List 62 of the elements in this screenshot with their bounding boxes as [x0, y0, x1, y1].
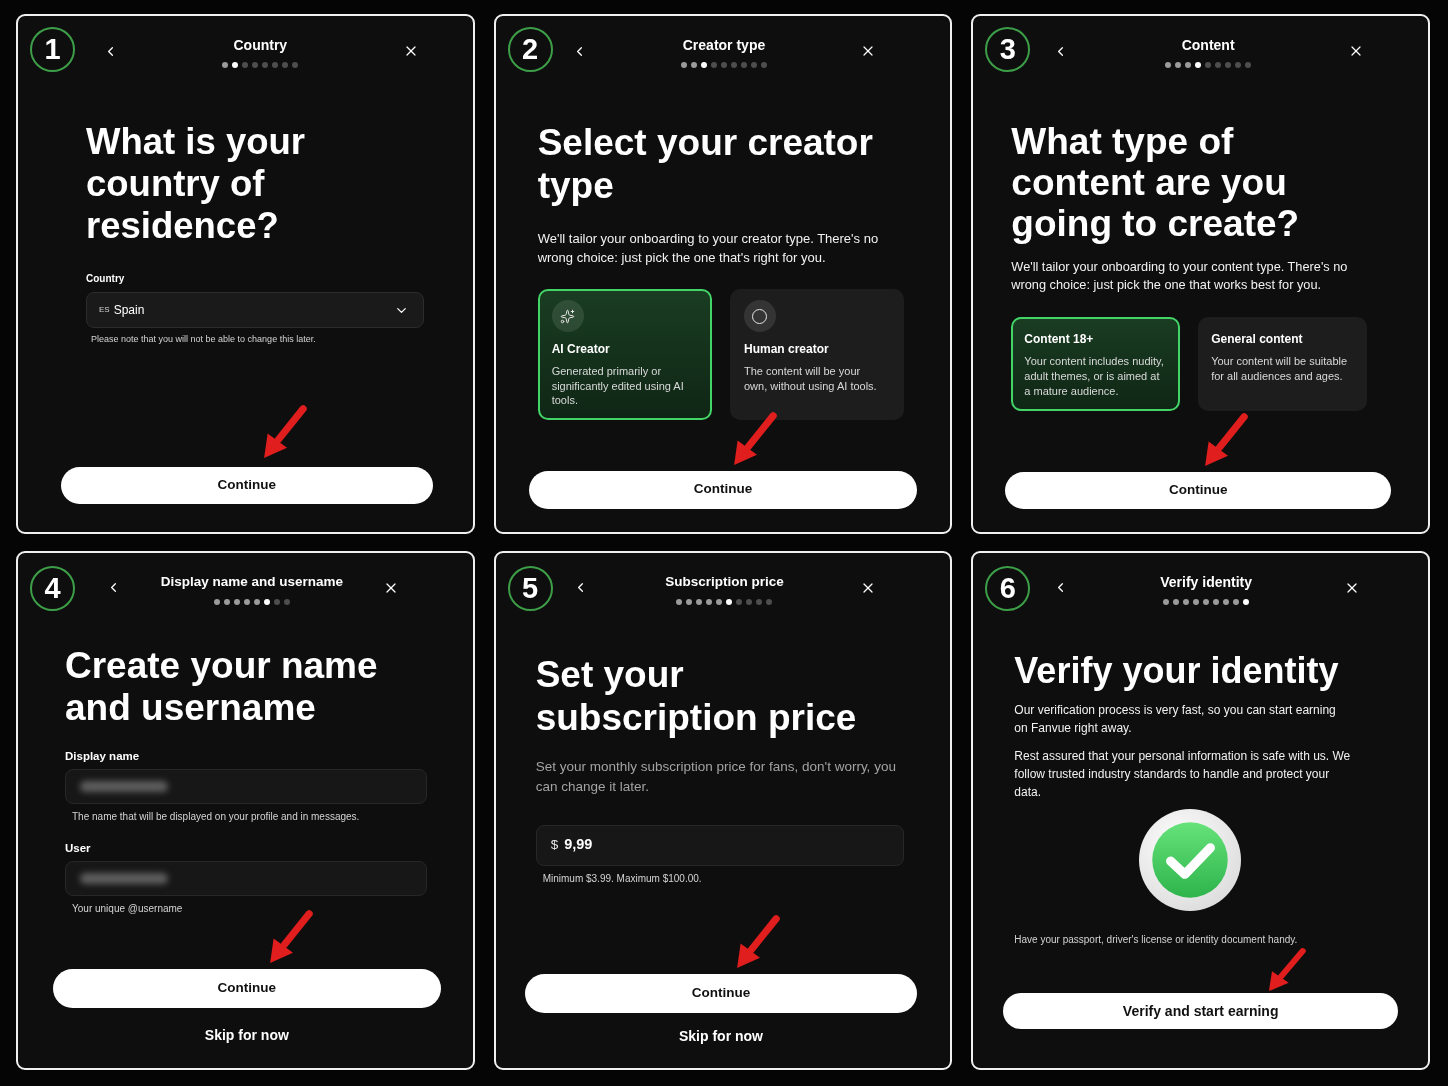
modal-title: Verify identity — [1160, 572, 1253, 591]
primary-button[interactable]: Continue — [1005, 471, 1391, 509]
page-heading: Set your subscription price — [535, 652, 858, 739]
option-card[interactable]: Human creator The content will be your own, without using AI tools. — [730, 289, 905, 420]
description-text: Set your monthly subscription price for fans, don't worry, you can change it later. — [535, 757, 897, 796]
option-description: Your content will be suitable for all audiences and ages. — [1211, 354, 1349, 384]
description-text: Our verification process is very fast, so you can start earning on Fanvue right away. — [1014, 701, 1337, 737]
option-description: The content will be your own, without using AI tools. — [744, 364, 878, 393]
step-number-badge: 1 — [30, 27, 75, 72]
option-title: Human creator — [744, 341, 829, 357]
description-text: We'll tailor your onboarding to your content type. There's no wrong choice: just pick the one that works best for you. — [1011, 258, 1349, 294]
primary-button[interactable]: Verify and start earning — [1003, 993, 1398, 1029]
step-number-badge: 5 — [507, 565, 553, 611]
option-description: Generated primarily or significantly edited using AI tools. — [551, 364, 685, 408]
field-hint: The name that will be displayed on your profile and in messages. — [71, 809, 360, 824]
arrow-icon — [732, 412, 777, 466]
option-card[interactable]: Content 18+ Your content includes nudity, adult themes, or is aimed at a mature audience. — [1011, 317, 1181, 411]
page-heading: Select your creator type — [537, 121, 874, 207]
field-label: Country — [86, 273, 125, 285]
text-button[interactable]: Skip for now — [204, 1025, 289, 1045]
page-heading: Create your name and username — [65, 644, 379, 729]
page-heading: Verify your identity — [1014, 649, 1340, 692]
modal-title: Country — [233, 36, 288, 54]
step-number-badge: 4 — [30, 565, 75, 611]
field-label: Display name — [65, 748, 140, 764]
price-field[interactable]: $ 9,99 — [535, 824, 905, 866]
option-title: AI Creator — [551, 341, 610, 357]
field-hint: Minimum $3.99. Maximum $100.00. — [541, 871, 702, 886]
option-title: Content 18+ — [1024, 331, 1094, 347]
arrow-icon — [269, 909, 313, 964]
country-select[interactable]: ES Spain — [86, 292, 424, 328]
field-hint: Your unique @username — [71, 901, 183, 916]
field-label: User — [65, 840, 91, 856]
arrow-icon — [735, 914, 780, 969]
primary-button[interactable]: Continue — [528, 470, 918, 509]
description-text: We'll tailor your onboarding to your creator type. There's no wrong choice: just pick the one that's right for you. — [537, 230, 880, 267]
text-button[interactable]: Skip for now — [679, 1026, 763, 1046]
field-hint: Please note that you will not be able to change this later. — [90, 333, 316, 345]
option-card[interactable]: AI Creator Generated primarily or significantly edited using AI tools. — [537, 289, 712, 420]
arrow-icon — [1204, 413, 1249, 467]
text-field[interactable] — [65, 860, 427, 896]
modal-title: Creator type — [682, 36, 766, 54]
arrow-icon — [263, 405, 307, 459]
step-number-badge: 3 — [985, 27, 1031, 72]
primary-button[interactable]: Continue — [524, 974, 918, 1013]
page-heading: What is your country of residence? — [86, 121, 307, 247]
primary-button[interactable]: Continue — [53, 969, 441, 1008]
text-field[interactable] — [65, 768, 427, 804]
modal-title: Content — [1181, 36, 1235, 54]
primary-button[interactable]: Continue — [61, 466, 433, 504]
step-number-badge: 2 — [507, 27, 553, 72]
check-circle-icon — [1139, 808, 1242, 911]
page-heading: What type of content are you going to create? — [1011, 121, 1301, 244]
modal-title: Subscription price — [665, 572, 784, 591]
step-number-badge: 6 — [985, 565, 1031, 611]
modal-title: Display name and username — [160, 572, 343, 591]
description-text: Rest assured that your personal information is safe with us. We follow trusted industry standards to handle and protect your data. — [1014, 747, 1352, 801]
helper-text: Have your passport, driver's license or identity document handy. — [1014, 932, 1299, 947]
option-title: General content — [1211, 331, 1303, 347]
option-description: Your content includes nudity, adult themes, or is aimed at a mature audience. — [1024, 354, 1164, 399]
arrow-icon — [1268, 947, 1307, 992]
option-card[interactable]: General content Your content will be suitable for all audiences and ages. — [1198, 317, 1367, 411]
